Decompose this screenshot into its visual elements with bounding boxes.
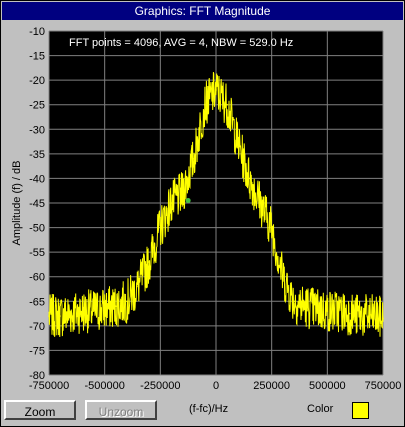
y-tick-label: -60 [29, 272, 45, 284]
data-point [204, 103, 206, 106]
cursor-marker[interactable] [185, 198, 191, 204]
data-point [215, 89, 217, 91]
x-tick-label: 500000 [309, 380, 346, 392]
data-point [70, 312, 73, 315]
zoom-button[interactable]: Zoom [4, 400, 76, 420]
y-tick-label: -70 [29, 321, 45, 333]
x-tick-label: 750000 [365, 380, 402, 392]
data-point [248, 177, 251, 180]
data-point [359, 315, 362, 317]
y-axis-label: Amplitude (f) / dB [11, 161, 23, 246]
y-tick-label: -25 [29, 100, 45, 112]
data-point [170, 202, 173, 204]
y-tick-label: -35 [29, 149, 45, 161]
x-tick-label: -250000 [140, 380, 180, 392]
data-point [371, 315, 373, 317]
x-tick-label: 250000 [253, 380, 290, 392]
y-tick-label: -15 [29, 51, 45, 63]
y-tick-label: -55 [29, 247, 45, 259]
data-point [270, 226, 273, 229]
data-point [148, 261, 150, 263]
y-tick-labels: -10 -15 -20 -25 -30 -35 -40 -45 -50 -55 -60 -65 -70 -… [29, 26, 45, 382]
plot-area: -10 -15 -20 -25 -30 -35 -40 -45 -50 -55 -60 -65 -70 -… [1, 21, 404, 399]
data-point [226, 103, 228, 106]
data-point [259, 202, 262, 204]
fft-magnitude-chart: -10 -15 -20 -25 -30 -35 -40 -45 -50 -55 -60 -65 -70 -… [11, 26, 402, 392]
data-point [348, 312, 351, 315]
color-label: Color [307, 403, 334, 415]
data-point [192, 157, 195, 160]
x-tick-labels: -750000 -500000 -250000 0 250000 500000 750000 [29, 380, 402, 392]
data-point [103, 307, 106, 310]
y-tick-label: -50 [29, 223, 45, 235]
data-point [137, 285, 139, 288]
x-tick-label: -750000 [29, 380, 69, 392]
data-point [92, 310, 95, 312]
data-point [237, 143, 240, 145]
x-tick-label: -500000 [84, 380, 124, 392]
data-point [126, 300, 128, 303]
y-tick-label: -20 [29, 75, 45, 87]
data-point [337, 310, 340, 312]
y-tick-label: -75 [29, 345, 45, 357]
plot-info-text: FFT points = 4096, AVG = 4, NBW = 529.0 … [69, 37, 293, 49]
y-tick-label: -40 [29, 173, 45, 185]
y-tick-label: -10 [29, 26, 45, 38]
data-point [315, 307, 318, 310]
data-point [159, 226, 162, 229]
fft-window: Graphics: FFT Magnitude -10 -15 -20 -25 -30-… [0, 0, 405, 427]
data-point [48, 315, 50, 317]
unzoom-button[interactable]: Unzoom [85, 400, 157, 420]
y-tick-label: -65 [29, 296, 45, 308]
data-point [304, 305, 306, 308]
marker-group [185, 198, 191, 204]
data-point [115, 305, 117, 308]
data-point [181, 192, 184, 194]
bottom-toolbar: Zoom Unzoom (f-fc)/Hz Color [1, 397, 404, 426]
x-axis-label: (f-fc)/Hz [189, 403, 229, 415]
y-tick-label: -30 [29, 124, 45, 136]
data-point [326, 310, 329, 312]
data-point [293, 300, 295, 303]
y-tick-label: -45 [29, 198, 45, 210]
data-point [382, 317, 384, 320]
data-point [81, 310, 84, 312]
window-title: Graphics: FFT Magnitude [2, 2, 403, 20]
data-point [59, 315, 61, 317]
x-tick-label: 0 [213, 380, 219, 392]
color-swatch-button[interactable] [352, 402, 369, 419]
data-point [282, 275, 284, 278]
